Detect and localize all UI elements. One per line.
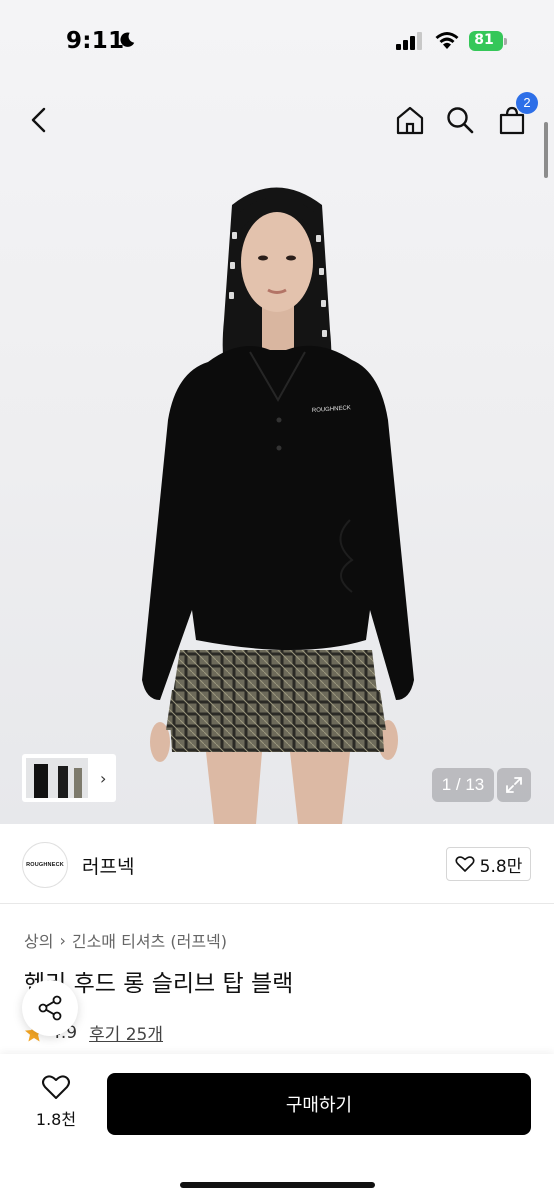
expand-button[interactable] — [497, 768, 531, 802]
battery-icon: 81 — [469, 31, 507, 51]
cart-count-badge: 2 — [516, 92, 538, 114]
breadcrumb-item-subcategory[interactable]: 긴소매 티셔츠 (러프넥) — [72, 928, 227, 952]
share-icon — [38, 995, 62, 1021]
brand-logo[interactable]: ROUGHNECK — [22, 842, 68, 888]
cart-button[interactable]: 2 — [492, 92, 538, 140]
wifi-icon — [435, 32, 459, 49]
bottom-action-bar: 1.8천 구매하기 — [0, 1054, 554, 1200]
breadcrumb: 상의 › 긴소매 티셔츠 (러프넥) — [24, 928, 227, 952]
chevron-right-icon[interactable]: › — [100, 769, 106, 788]
home-icon — [396, 106, 424, 135]
expand-icon — [506, 777, 522, 793]
home-button[interactable] — [390, 100, 430, 140]
status-time: 9:11 — [66, 28, 125, 54]
thumbnail-image[interactable] — [26, 758, 88, 798]
back-button[interactable] — [20, 100, 60, 140]
share-button[interactable] — [22, 980, 78, 1036]
brand-name[interactable]: 러프넥 — [82, 852, 134, 879]
brand-like-button[interactable]: 5.8만 — [446, 847, 531, 881]
signal-icon — [396, 32, 422, 50]
like-count: 1.8천 — [35, 1110, 77, 1129]
heart-icon — [42, 1075, 70, 1099]
scroll-indicator — [544, 122, 548, 178]
search-icon — [447, 107, 474, 134]
moon-icon — [120, 32, 135, 47]
breadcrumb-item-category[interactable]: 상의 — [24, 928, 53, 952]
buy-button[interactable]: 구매하기 — [107, 1073, 531, 1135]
search-button[interactable] — [440, 100, 480, 140]
brand-like-count: 5.8만 — [479, 856, 523, 877]
brand-row[interactable]: ROUGHNECK 러프넥 5.8만 — [0, 824, 554, 904]
battery-level: 81 — [474, 32, 494, 48]
back-icon — [31, 107, 46, 133]
thumbnail-strip[interactable]: › — [22, 754, 116, 802]
brand-logo-text: ROUGHNECK — [26, 862, 64, 868]
heart-icon — [455, 856, 475, 872]
review-link[interactable]: 후기 25개 — [89, 1020, 163, 1045]
like-button[interactable]: 1.8천 — [24, 1074, 88, 1134]
chevron-right-icon: › — [59, 930, 66, 950]
home-indicator — [180, 1182, 375, 1188]
status-bar: 9:11 81 — [0, 0, 554, 80]
image-counter: 1 / 13 — [432, 768, 494, 802]
